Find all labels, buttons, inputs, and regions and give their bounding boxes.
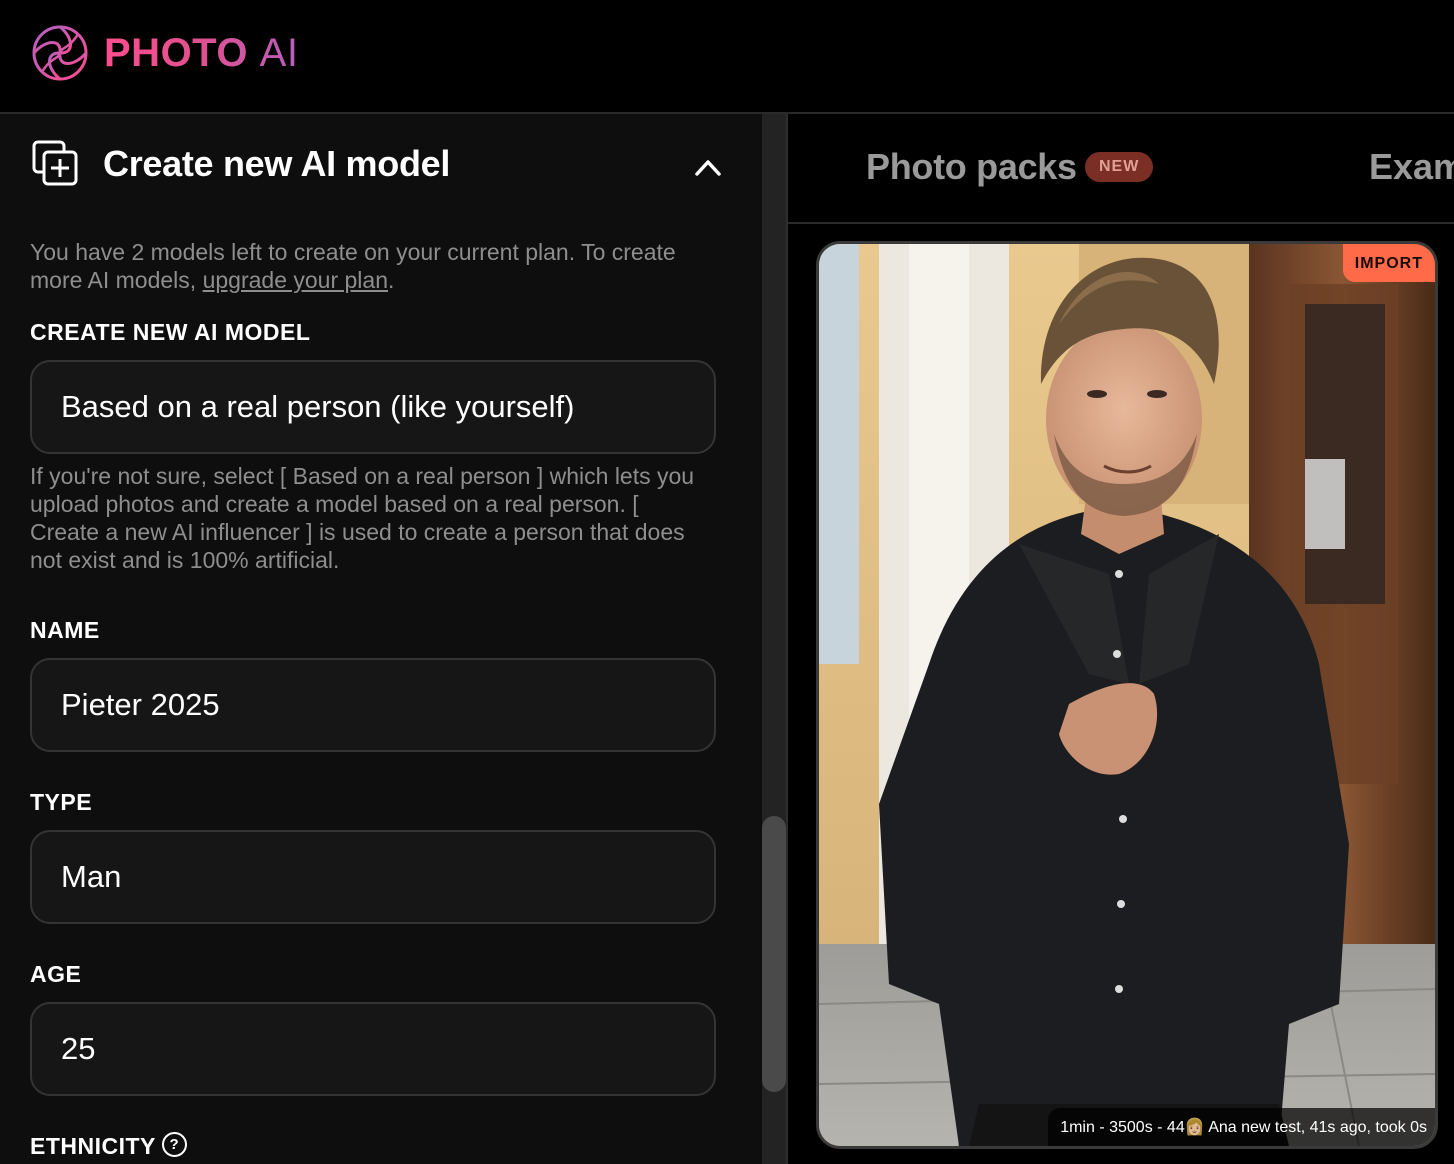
age-label: AGE (30, 961, 82, 987)
example-photo (819, 244, 1435, 1146)
add-model-icon (32, 140, 78, 186)
photo-ai-logo-text[interactable]: PHOTO AI™ (104, 30, 315, 76)
scrollbar-track[interactable] (762, 114, 788, 1164)
help-icon[interactable]: ? (161, 1132, 187, 1158)
photo-caption: 1min - 3500s - 44👩🏼 Ana new test, 41s ag… (1048, 1108, 1435, 1146)
plan-notice: You have 2 models left to create on your… (30, 238, 710, 294)
import-badge[interactable]: IMPORT (1342, 244, 1435, 282)
notice-suffix: . (388, 267, 395, 293)
tab-examples[interactable]: Exam (1369, 146, 1454, 188)
logo-word: PHOTO (104, 31, 249, 75)
type-select[interactable]: Man (30, 830, 716, 924)
tab-photo-packs[interactable]: Photo packs (866, 146, 1077, 188)
logo-tm: ™ (298, 48, 315, 65)
model-kind-hint: If you're not sure, select [ Based on a … (30, 463, 695, 573)
create-model-label: CREATE NEW AI MODEL (30, 319, 311, 345)
panel-title: Create new AI model (103, 143, 451, 184)
ethnicity-label-text: ETHNICITY (30, 1133, 156, 1159)
top-header: PHOTO AI™ (0, 0, 1454, 114)
new-badge: NEW (1085, 152, 1154, 182)
tab-bar: Photo packs NEW Exam (788, 114, 1454, 224)
create-model-panel: Create new AI model You have 2 models le… (0, 114, 762, 1164)
type-label: TYPE (30, 789, 93, 815)
scrollbar-thumb[interactable] (762, 816, 786, 1092)
chevron-up-icon[interactable] (692, 154, 724, 180)
name-input[interactable]: Pieter 2025 (30, 658, 716, 752)
age-input[interactable]: 25 (30, 1002, 716, 1096)
logo-ai: AI (259, 31, 299, 75)
photo-ai-logo-icon[interactable] (30, 24, 90, 82)
example-photo-card[interactable]: IMPORT 1min - 3500s - 44👩🏼 Ana new test,… (816, 241, 1438, 1149)
ethnicity-label: ETHNICITY? (30, 1132, 187, 1160)
name-label: NAME (30, 617, 100, 643)
examples-panel: Photo packs NEW Exam IMPORT 1min - 3500s… (788, 114, 1454, 1164)
model-kind-select[interactable]: Based on a real person (like yourself) (30, 360, 716, 454)
panel-header[interactable]: Create new AI model (0, 114, 762, 214)
upgrade-plan-link[interactable]: upgrade your plan (203, 267, 388, 293)
